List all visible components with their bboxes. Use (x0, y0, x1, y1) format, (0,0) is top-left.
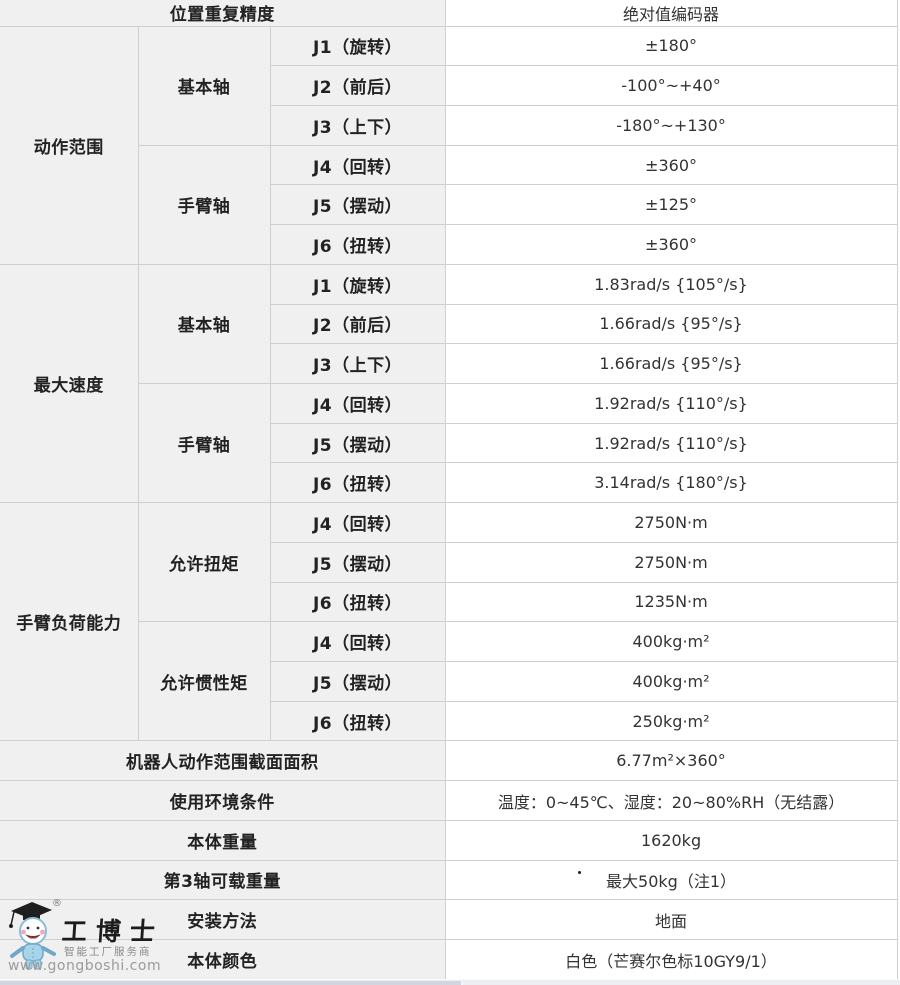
value-mounting-method: 地面 (445, 900, 897, 940)
spec-page: 位置重复精度 绝对值编码器 动作范围 基本轴 J1（旋转） ±180° J2（前… (0, 0, 900, 985)
value-motion-j2: -100°~+40° (445, 66, 897, 106)
axis-label-torque-j4: J4（回转） (270, 503, 445, 543)
value-axis3-payload: 最大50kg（注1） (445, 860, 897, 900)
value-motion-j3: -180°~+130° (445, 105, 897, 145)
horizontal-scrollbar-thumb[interactable] (0, 981, 463, 985)
axis-label-inertia-j6: J6（扭转） (270, 701, 445, 741)
axis-label-inertia-j5: J5（摆动） (270, 662, 445, 702)
value-body-color: 白色（芒赛尔色标10GY9/1） (445, 940, 897, 980)
value-speed-j5: 1.92rad/s {110°/s} (445, 423, 897, 463)
group-label-wrist-axes-speed: 手臂轴 (138, 383, 270, 502)
axis-label-j1: J1（旋转） (270, 26, 445, 66)
group-label-basic-axes: 基本轴 (138, 26, 270, 145)
axis-label-j6: J6（扭转） (270, 225, 445, 265)
axis-label-inertia-j4: J4（回转） (270, 622, 445, 662)
group-label-wrist-axes: 手臂轴 (138, 145, 270, 264)
value-speed-j6: 3.14rad/s {180°/s} (445, 463, 897, 503)
axis-label-speed-j5: J5（摆动） (270, 423, 445, 463)
axis-label-j4: J4（回转） (270, 145, 445, 185)
row-label-mounting-method: 安装方法 (0, 900, 445, 940)
row-label-work-envelope-area: 机器人动作范围截面面积 (0, 741, 445, 781)
value-environment: 温度：0~45℃、湿度：20~80%RH（无结露） (445, 781, 897, 821)
value-speed-j3: 1.66rad/s {95°/s} (445, 344, 897, 384)
row-label-body-weight: 本体重量 (0, 820, 445, 860)
value-speed-j2: 1.66rad/s {95°/s} (445, 304, 897, 344)
group-label-basic-axes-speed: 基本轴 (138, 264, 270, 383)
row-label-position-repeatability: 位置重复精度 (0, 0, 445, 26)
value-torque-j5: 2750N·m (445, 542, 897, 582)
value-body-weight: 1620kg (445, 820, 897, 860)
value-motion-j5: ±125° (445, 185, 897, 225)
row-label-axis3-payload: 第3轴可载重量 (0, 860, 445, 900)
axis-label-speed-j1: J1（旋转） (270, 264, 445, 304)
axis-label-speed-j2: J2（前后） (270, 304, 445, 344)
group-label-allowable-torque: 允许扭矩 (138, 503, 270, 622)
value-position-repeatability: 绝对值编码器 (445, 0, 897, 26)
value-inertia-j4: 400kg·m² (445, 622, 897, 662)
group-label-allowable-inertia: 允许惯性矩 (138, 622, 270, 741)
axis-label-torque-j5: J5（摆动） (270, 542, 445, 582)
value-speed-j1: 1.83rad/s {105°/s} (445, 264, 897, 304)
value-inertia-j6: 250kg·m² (445, 701, 897, 741)
robot-spec-table: 位置重复精度 绝对值编码器 动作范围 基本轴 J1（旋转） ±180° J2（前… (0, 0, 898, 980)
value-torque-j4: 2750N·m (445, 503, 897, 543)
section-label-load-capacity: 手臂负荷能力 (0, 503, 138, 741)
axis-label-j5: J5（摆动） (270, 185, 445, 225)
stray-dot (578, 871, 581, 874)
section-label-max-speed: 最大速度 (0, 264, 138, 502)
value-motion-j1: ±180° (445, 26, 897, 66)
value-motion-j6: ±360° (445, 225, 897, 265)
axis-label-speed-j3: J3（上下） (270, 344, 445, 384)
axis-label-speed-j6: J6（扭转） (270, 463, 445, 503)
axis-label-j3: J3（上下） (270, 105, 445, 145)
axis-label-torque-j6: J6（扭转） (270, 582, 445, 622)
section-label-motion-range: 动作范围 (0, 26, 138, 264)
axis-label-j2: J2（前后） (270, 66, 445, 106)
value-torque-j6: 1235N·m (445, 582, 897, 622)
horizontal-scrollbar-track[interactable] (0, 979, 900, 985)
row-label-body-color: 本体颜色 (0, 940, 445, 980)
row-label-environment: 使用环境条件 (0, 781, 445, 821)
value-motion-j4: ±360° (445, 145, 897, 185)
value-inertia-j5: 400kg·m² (445, 662, 897, 702)
axis-label-speed-j4: J4（回转） (270, 383, 445, 423)
value-speed-j4: 1.92rad/s {110°/s} (445, 383, 897, 423)
value-work-envelope-area: 6.77m²×360° (445, 741, 897, 781)
